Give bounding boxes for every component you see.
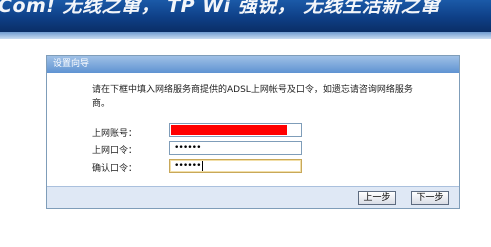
account-input[interactable] xyxy=(169,123,302,137)
prev-step-button[interactable]: 上一步 xyxy=(358,191,396,205)
wizard-description: 请在下框中填入网络服务商提供的ADSL上网帐号及口令，如遗忘请咨询网络服务商。 xyxy=(92,85,413,109)
banner-slogan: Com! 无线之窜， TP Wi 强锐， 无线生活新之窜 xyxy=(0,0,440,17)
wizard-footer: 上一步 下一步 xyxy=(47,186,459,208)
confirm-value: •••••• xyxy=(174,161,201,171)
setup-wizard-panel: 设置向导 请在下框中填入网络服务商提供的ADSL上网帐号及口令，如遗忘请咨询网络… xyxy=(46,55,460,209)
panel-title: 设置向导 xyxy=(47,56,459,73)
next-step-button[interactable]: 下一步 xyxy=(411,191,449,205)
password-label: 上网口令： xyxy=(92,146,138,156)
password-value: •••••• xyxy=(174,143,201,153)
top-banner: Com! 无线之窜， TP Wi 强锐， 无线生活新之窜 xyxy=(0,0,491,32)
confirm-password-input[interactable]: •••••• xyxy=(169,159,302,173)
confirm-label: 确认口令： xyxy=(92,164,138,174)
banner-stripe xyxy=(0,32,491,39)
redaction-bar xyxy=(171,125,287,135)
text-caret xyxy=(201,160,203,171)
account-label: 上网账号： xyxy=(92,129,138,139)
password-input[interactable]: •••••• xyxy=(169,141,302,155)
